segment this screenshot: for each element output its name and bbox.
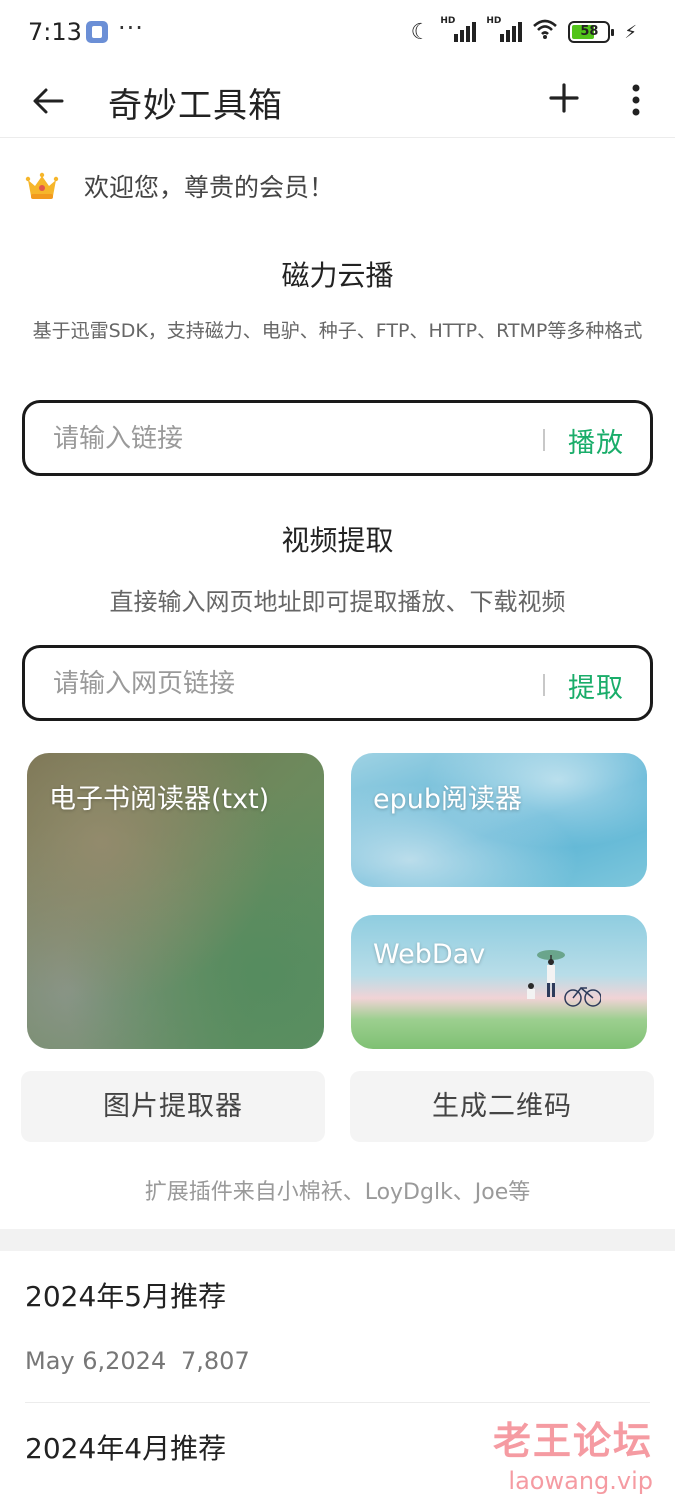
wifi-icon [532,18,558,46]
input-separator [543,674,545,696]
txt-reader-label: 电子书阅读器(txt) [49,784,270,815]
video-link-box: 提取 [22,645,653,721]
video-section-description: 直接输入网页地址即可提取播放、下载视频 [109,588,566,616]
input-separator [543,429,545,451]
app-bar: 奇妙工具箱 [0,64,675,138]
magnet-section-description: 基于迅雷SDK，支持磁力、电驴、种子、FTP、HTTP、RTMP等多种格式 [32,320,643,342]
article-title: 2024年4月推荐 [25,1432,227,1465]
webdav-label: WebDav [373,939,486,970]
epub-reader-card[interactable]: epub阅读器 [351,753,647,887]
illustration-figures-icon [527,950,601,1007]
magnet-link-box: 播放 [22,400,653,476]
welcome-text: 欢迎您，尊贵的会员！ [84,173,335,202]
battery-icon: 58 [568,21,615,43]
signal-icon-1: HD [440,16,477,44]
add-icon[interactable] [544,78,584,118]
signal-icon-2: HD [486,16,523,44]
status-bar: 7:13 ··· ☾ HD HD 58 ⚡ [0,0,675,64]
video-section-title: 视频提取 [281,524,394,557]
back-arrow-icon[interactable] [30,80,70,120]
do-not-disturb-icon: ☾ [410,19,431,45]
more-vert-icon[interactable] [616,80,656,120]
video-link-input[interactable] [53,666,523,702]
webdav-card[interactable]: WebDav [351,915,647,1049]
list-item[interactable]: 2024年5月推荐 May 6,2024 7,807 [0,1251,675,1403]
image-extractor-button[interactable]: 图片提取器 [21,1071,325,1142]
article-views: 7,807 [181,1347,250,1375]
charging-icon: ⚡ [624,21,637,43]
watermark-domain: laowang.vip [508,1467,653,1495]
battery-level: 58 [580,24,599,39]
crown-icon [24,168,60,204]
plugin-credits: 扩展插件来自小棉袄、LoyDglk、Joe等 [144,1180,531,1205]
watermark-name: 老王论坛 [492,1419,653,1463]
status-time: 7:13 [28,18,82,46]
magnet-link-input[interactable] [53,421,523,457]
txt-reader-card[interactable]: 电子书阅读器(txt) [27,753,324,1049]
play-button[interactable]: 播放 [568,421,624,460]
welcome-banner: 欢迎您，尊贵的会员！ [24,168,334,204]
page-title: 奇妙工具箱 [108,86,283,126]
watermark: 老王论坛 laowang.vip [493,1410,653,1495]
more-notifications-icon: ··· [118,14,144,42]
notification-app-icon [86,21,108,43]
app-screen: 7:13 ··· ☾ HD HD 58 ⚡ 奇妙工具箱 欢迎您，尊贵的会员！ 磁… [0,0,675,1500]
article-date: May 6,2024 [25,1347,167,1375]
extract-button[interactable]: 提取 [568,666,624,705]
magnet-section-title: 磁力云播 [281,259,394,292]
epub-reader-label: epub阅读器 [373,784,523,815]
section-divider [0,1229,675,1251]
article-title: 2024年5月推荐 [25,1280,227,1313]
qr-generator-button[interactable]: 生成二维码 [350,1071,654,1142]
